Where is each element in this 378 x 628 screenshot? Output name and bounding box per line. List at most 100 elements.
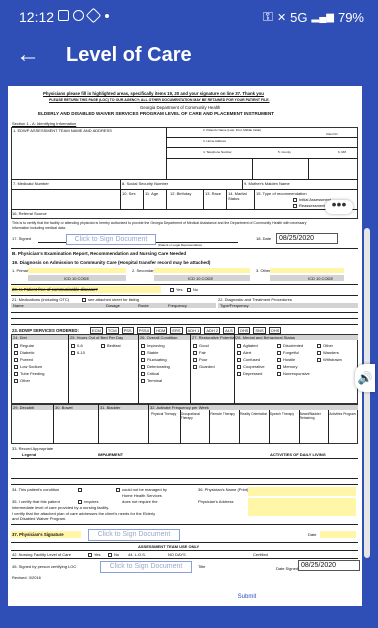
- mental-option: Withdrawn: [323, 357, 342, 362]
- requires-checkbox[interactable]: [78, 500, 82, 504]
- diet-checkbox[interactable]: [14, 343, 18, 348]
- service-ers[interactable]: ERS: [170, 327, 183, 334]
- hours-checkbox[interactable]: [101, 343, 105, 348]
- overall-checkbox[interactable]: [141, 364, 145, 369]
- restorative-checkbox[interactable]: [193, 343, 197, 348]
- service-pssx[interactable]: PSSX: [136, 327, 152, 334]
- overall-option: Critical: [147, 371, 160, 376]
- diet-checkbox[interactable]: [14, 364, 18, 369]
- overall-checkbox[interactable]: [141, 350, 145, 355]
- field-17-label: 17. Signed: [12, 236, 32, 241]
- date-38-label: Date: [308, 532, 317, 537]
- page-title: Level of Care: [66, 44, 192, 66]
- adl-label: ACTIVITIES OF DAILY LIVING: [270, 452, 326, 457]
- communicable-yes-checkbox[interactable]: [170, 288, 174, 292]
- physician-address-input[interactable]: [248, 498, 356, 516]
- therapy-column-label: Activities Program: [329, 412, 356, 416]
- mental-checkbox[interactable]: [317, 343, 321, 348]
- nf-loc-yes-checkbox[interactable]: [88, 553, 92, 557]
- title-label: Title: [198, 564, 206, 569]
- mental-checkbox[interactable]: [277, 350, 281, 355]
- mental-option: Cooperative: [243, 364, 265, 369]
- overall-checkbox[interactable]: [141, 343, 145, 348]
- service-tcm[interactable]: TCM: [105, 327, 119, 334]
- mental-checkbox[interactable]: [237, 371, 241, 376]
- communicable-no-checkbox[interactable]: [187, 288, 191, 292]
- date-field-18[interactable]: 08/25/2020: [276, 233, 338, 244]
- diet-checkbox[interactable]: [14, 371, 18, 376]
- restorative-checkbox[interactable]: [193, 364, 197, 369]
- service-ohs-2[interactable]: OHS: [268, 327, 282, 334]
- field-16-label: 16. Referral Source: [12, 211, 47, 216]
- mental-checkbox[interactable]: [277, 343, 281, 348]
- diet-checkbox[interactable]: [14, 350, 18, 355]
- mental-checkbox[interactable]: [277, 357, 281, 362]
- primary-diagnosis-input[interactable]: [28, 268, 126, 273]
- hours-checkbox[interactable]: [71, 350, 75, 355]
- mental-checkbox[interactable]: [277, 371, 281, 376]
- legend-label: Legend: [22, 452, 37, 457]
- restorative-checkbox[interactable]: [193, 357, 197, 362]
- other-diagnosis-input[interactable]: [270, 268, 344, 273]
- intermediate-level-text: intermediate level of care provided by a…: [12, 505, 110, 510]
- restorative-checkbox[interactable]: [193, 350, 197, 355]
- field-44-label: 44. L.O.S.: [128, 552, 147, 557]
- mental-checkbox[interactable]: [237, 364, 241, 369]
- patient-signature-field[interactable]: Click to Sign Document: [66, 234, 156, 245]
- hours-checkbox[interactable]: [71, 343, 75, 348]
- icd-code-1: ICD 10 CODE: [64, 276, 90, 281]
- secondary-diagnosis-input[interactable]: [154, 268, 250, 273]
- notification-icons: [58, 7, 109, 24]
- physician-name-input[interactable]: [248, 487, 356, 496]
- overall-checkbox[interactable]: [141, 357, 145, 362]
- overall-option: Stable: [147, 350, 159, 355]
- service-als[interactable]: ALS: [223, 327, 235, 334]
- reassessment-checkbox[interactable]: [293, 204, 297, 208]
- nf-loc-no-checkbox[interactable]: [108, 553, 112, 557]
- service-adh1[interactable]: ADH 1: [185, 327, 202, 334]
- section-1-label: Section 1 - A: Identifying Information: [12, 121, 77, 126]
- overall-option: Terminal: [147, 378, 163, 383]
- date-38-input[interactable]: [320, 531, 356, 538]
- initial-assessment-checkbox[interactable]: [293, 198, 297, 202]
- other-diagnosis-label: 3. Other: [256, 268, 271, 273]
- restorative-header: 27. Restorative Potential: [192, 335, 236, 340]
- mental-checkbox[interactable]: [317, 357, 321, 362]
- service-pss[interactable]: PSS: [121, 327, 134, 334]
- could-not-label: could not be managed by: [122, 487, 167, 492]
- col-name: Name: [13, 303, 24, 308]
- diet-option: Other: [20, 378, 31, 383]
- service-sns[interactable]: SNS: [253, 327, 266, 334]
- certifier-signature-field[interactable]: Click to Sign Document: [100, 561, 192, 573]
- restorative-option: Poor: [199, 357, 208, 362]
- form-title: ELDERLY AND DISABLED WAIVER SERVICES PRO…: [38, 111, 275, 116]
- overall-checkbox[interactable]: [141, 371, 145, 376]
- mental-checkbox[interactable]: [237, 343, 241, 348]
- could-not-checkbox[interactable]: [116, 488, 120, 492]
- speaker-icon[interactable]: 🔊: [355, 364, 375, 392]
- could-checkbox[interactable]: [78, 488, 82, 492]
- mental-checkbox[interactable]: [237, 357, 241, 362]
- diet-checkbox[interactable]: [14, 378, 18, 383]
- mental-checkbox[interactable]: [277, 364, 281, 369]
- service-hdm[interactable]: HDM: [154, 327, 168, 334]
- service-adh2[interactable]: ADH 2: [204, 327, 221, 334]
- diet-checkbox[interactable]: [14, 357, 18, 362]
- service-ecm[interactable]: ECM: [90, 327, 103, 334]
- submit-button[interactable]: Submit: [226, 592, 268, 602]
- mental-checkbox[interactable]: [237, 350, 241, 355]
- more-icon[interactable]: •••: [325, 197, 353, 214]
- back-arrow-icon[interactable]: ←: [16, 43, 40, 67]
- see-attached-checkbox[interactable]: [82, 298, 86, 302]
- overall-checkbox[interactable]: [141, 378, 145, 383]
- physician-signature-field[interactable]: Click to Sign Document: [88, 529, 180, 541]
- service-ohs[interactable]: OHS: [237, 327, 251, 334]
- field-8-label: 8. Social Security Number: [122, 181, 169, 186]
- date-signed-label: Date Signed: [276, 566, 299, 571]
- scrollbar[interactable]: [364, 228, 370, 558]
- form-document[interactable]: Physicians please fill in highlighted ar…: [8, 86, 362, 606]
- date-signed-field[interactable]: 08/25/2020: [298, 560, 360, 571]
- care-needs-table: [11, 334, 358, 404]
- mental-checkbox[interactable]: [317, 350, 321, 355]
- impairment-label: IMPAIRMENT: [98, 452, 124, 457]
